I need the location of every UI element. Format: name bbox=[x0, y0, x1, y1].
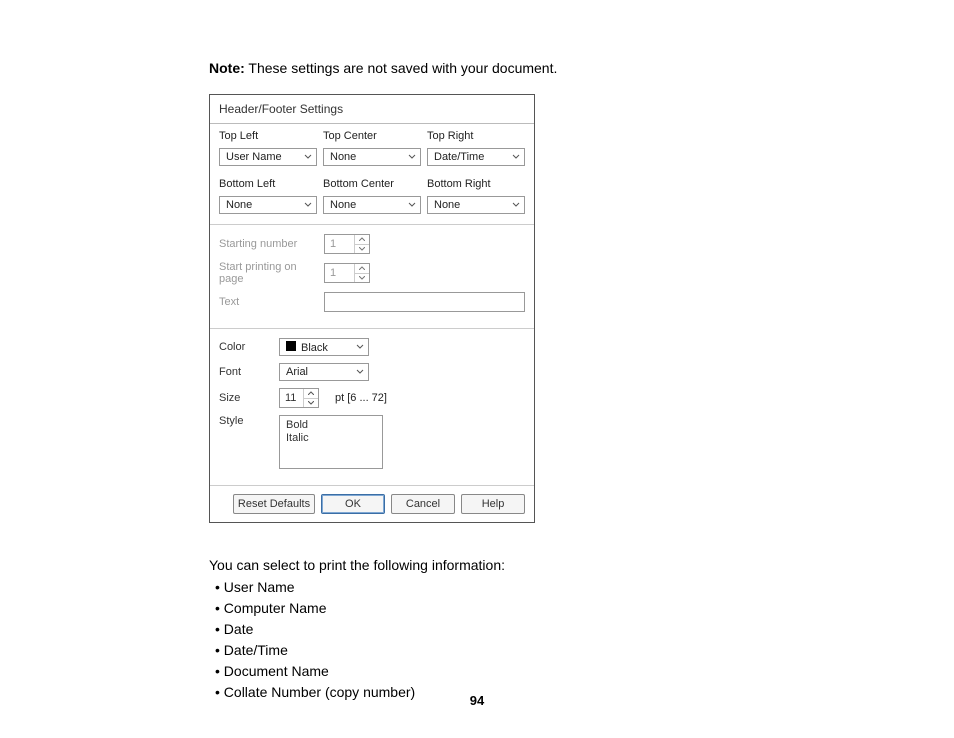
numbering-section: Starting number 1 Start printing on page… bbox=[210, 224, 534, 328]
dialog-buttons: Reset Defaults OK Cancel Help bbox=[210, 485, 534, 522]
header-footer-dialog: Header/Footer Settings Top Left User Nam… bbox=[209, 94, 535, 523]
spin-down-icon[interactable] bbox=[304, 399, 318, 408]
list-item: Document Name bbox=[215, 663, 804, 679]
color-value: Black bbox=[301, 342, 328, 354]
list-item: Date/Time bbox=[215, 642, 804, 658]
chevron-down-icon bbox=[408, 201, 416, 209]
starting-number-label: Starting number bbox=[219, 238, 314, 250]
bottom-right-label: Bottom Right bbox=[427, 178, 525, 190]
cancel-button[interactable]: Cancel bbox=[391, 494, 455, 514]
chevron-down-icon bbox=[356, 368, 364, 376]
style-label: Style bbox=[219, 415, 269, 427]
text-label: Text bbox=[219, 296, 314, 308]
size-spinner[interactable]: 11 bbox=[279, 388, 319, 408]
top-right-value: Date/Time bbox=[434, 151, 484, 163]
bottom-left-label: Bottom Left bbox=[219, 178, 317, 190]
ok-button[interactable]: OK bbox=[321, 494, 385, 514]
top-left-label: Top Left bbox=[219, 130, 317, 142]
spin-up-icon[interactable] bbox=[355, 235, 369, 245]
top-positions-row: Top Left User Name Top Center None Top R… bbox=[210, 124, 534, 170]
page-number: 94 bbox=[0, 693, 954, 708]
print-options-text: You can select to print the following in… bbox=[209, 557, 804, 700]
bottom-center-value: None bbox=[330, 199, 356, 211]
bottom-right-select[interactable]: None bbox=[427, 196, 525, 214]
note-line: Note: These settings are not saved with … bbox=[209, 60, 804, 76]
starting-number-value: 1 bbox=[325, 235, 354, 253]
text-input[interactable] bbox=[324, 292, 525, 312]
list-item: Computer Name bbox=[215, 600, 804, 616]
color-swatch-icon bbox=[286, 341, 296, 351]
spin-down-icon[interactable] bbox=[355, 245, 369, 254]
chevron-down-icon bbox=[408, 153, 416, 161]
font-label: Font bbox=[219, 366, 269, 378]
style-option-bold[interactable]: Bold bbox=[286, 419, 376, 432]
style-option-italic[interactable]: Italic bbox=[286, 432, 376, 445]
list-item: User Name bbox=[215, 579, 804, 595]
top-left-select[interactable]: User Name bbox=[219, 148, 317, 166]
dialog-title: Header/Footer Settings bbox=[210, 95, 534, 124]
help-button[interactable]: Help bbox=[461, 494, 525, 514]
note-text: These settings are not saved with your d… bbox=[248, 60, 557, 76]
starting-number-spinner[interactable]: 1 bbox=[324, 234, 370, 254]
spin-down-icon[interactable] bbox=[355, 274, 369, 283]
start-printing-label: Start printing on page bbox=[219, 261, 314, 285]
chevron-down-icon bbox=[304, 201, 312, 209]
chevron-down-icon bbox=[512, 201, 520, 209]
top-left-value: User Name bbox=[226, 151, 282, 163]
formatting-section: Color Black Font Arial Size 11 bbox=[210, 328, 534, 485]
bottom-positions-row: Bottom Left None Bottom Center None Bott… bbox=[210, 170, 534, 224]
list-item: Date bbox=[215, 621, 804, 637]
top-right-select[interactable]: Date/Time bbox=[427, 148, 525, 166]
size-range: pt [6 ... 72] bbox=[335, 392, 387, 404]
top-center-label: Top Center bbox=[323, 130, 421, 142]
bottom-left-select[interactable]: None bbox=[219, 196, 317, 214]
bottom-center-label: Bottom Center bbox=[323, 178, 421, 190]
spin-up-icon[interactable] bbox=[304, 389, 318, 399]
bottom-left-value: None bbox=[226, 199, 252, 211]
top-right-label: Top Right bbox=[427, 130, 525, 142]
size-value: 11 bbox=[280, 389, 303, 407]
color-select[interactable]: Black bbox=[279, 338, 369, 356]
color-label: Color bbox=[219, 341, 269, 353]
font-value: Arial bbox=[286, 366, 308, 378]
start-printing-value: 1 bbox=[325, 264, 354, 282]
start-printing-spinner[interactable]: 1 bbox=[324, 263, 370, 283]
note-label: Note: bbox=[209, 60, 245, 76]
style-listbox[interactable]: Bold Italic bbox=[279, 415, 383, 469]
font-select[interactable]: Arial bbox=[279, 363, 369, 381]
reset-defaults-button[interactable]: Reset Defaults bbox=[233, 494, 315, 514]
top-center-select[interactable]: None bbox=[323, 148, 421, 166]
spin-up-icon[interactable] bbox=[355, 264, 369, 274]
chevron-down-icon bbox=[304, 153, 312, 161]
top-center-value: None bbox=[330, 151, 356, 163]
size-label: Size bbox=[219, 392, 269, 404]
bottom-center-select[interactable]: None bbox=[323, 196, 421, 214]
bottom-right-value: None bbox=[434, 199, 460, 211]
chevron-down-icon bbox=[356, 343, 364, 351]
print-options-intro: You can select to print the following in… bbox=[209, 557, 804, 573]
chevron-down-icon bbox=[512, 153, 520, 161]
